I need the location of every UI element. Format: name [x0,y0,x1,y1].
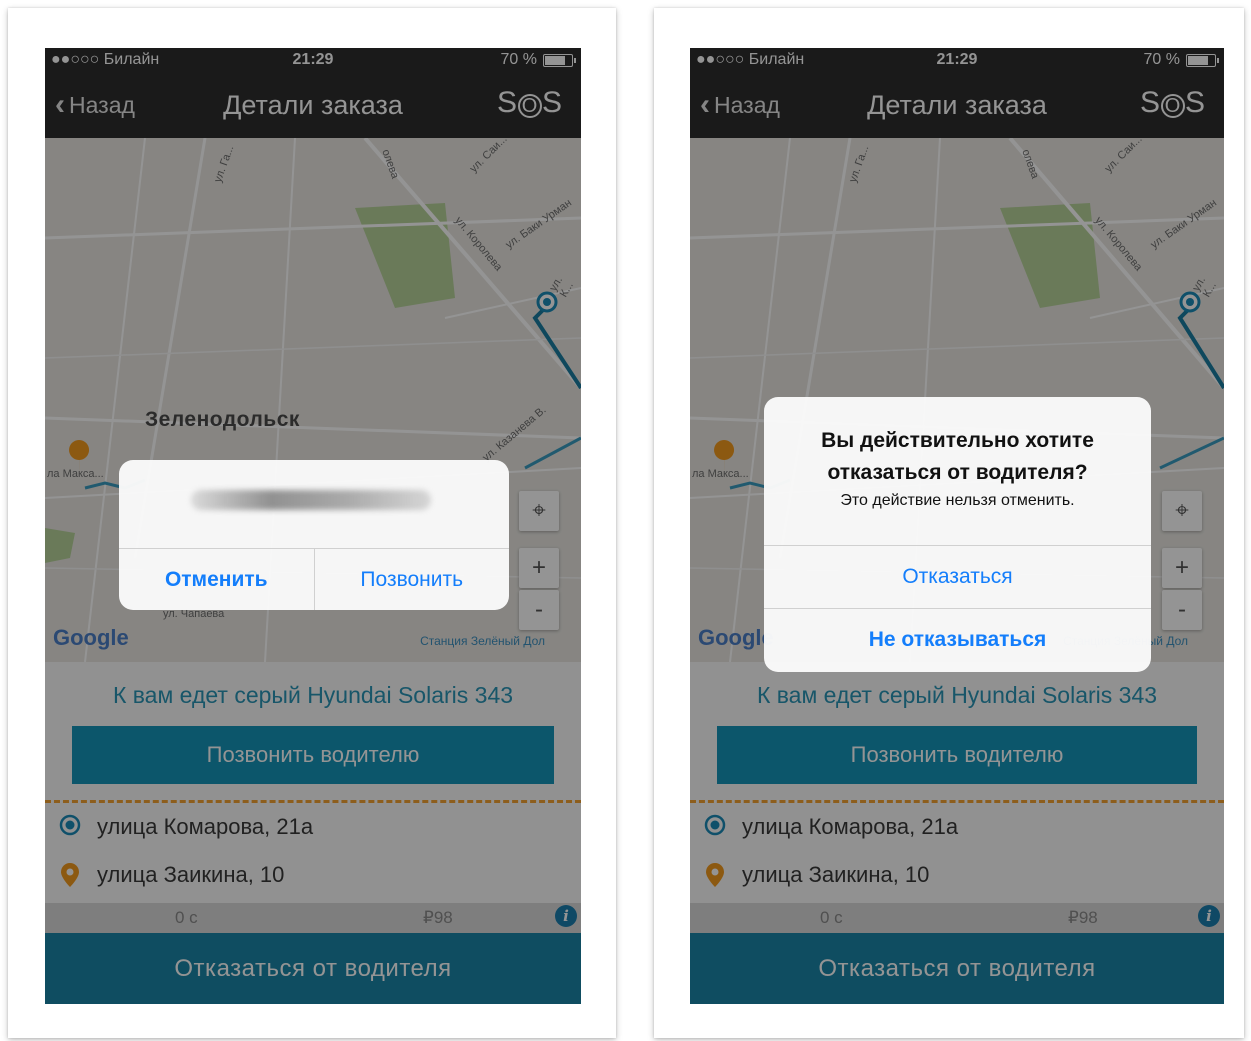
refuse-alert-dialog: Вы действительно хотите отказаться от во… [764,397,1151,672]
phone-screen: ●●○○○ Билайн 21:29 70 % ‹ Назад Детали з… [45,48,581,1004]
alert-title: Вы действительно хотите отказаться от во… [821,429,1094,484]
alert-message: Это действие нельзя отменить. [840,492,1075,509]
cancel-call-button[interactable]: Отменить [119,549,314,610]
confirm-call-button[interactable]: Позвонить [313,549,510,610]
confirm-refuse-button[interactable]: Отказаться [764,545,1151,608]
call-alert-dialog: Отменить Позвонить [119,460,509,610]
screenshot-card-right: ●●○○○ Билайн 21:29 70 % ‹ Назад Детали з… [654,8,1244,1038]
screenshot-card-left: ●●○○○ Билайн 21:29 70 % ‹ Назад Детали з… [8,8,616,1038]
phone-screen: ●●○○○ Билайн 21:29 70 % ‹ Назад Детали з… [690,48,1224,1004]
call-alert-actions: Отменить Позвонить [119,548,509,610]
redacted-phone-number [191,490,431,510]
keep-driver-button[interactable]: Не отказываться [764,608,1151,671]
